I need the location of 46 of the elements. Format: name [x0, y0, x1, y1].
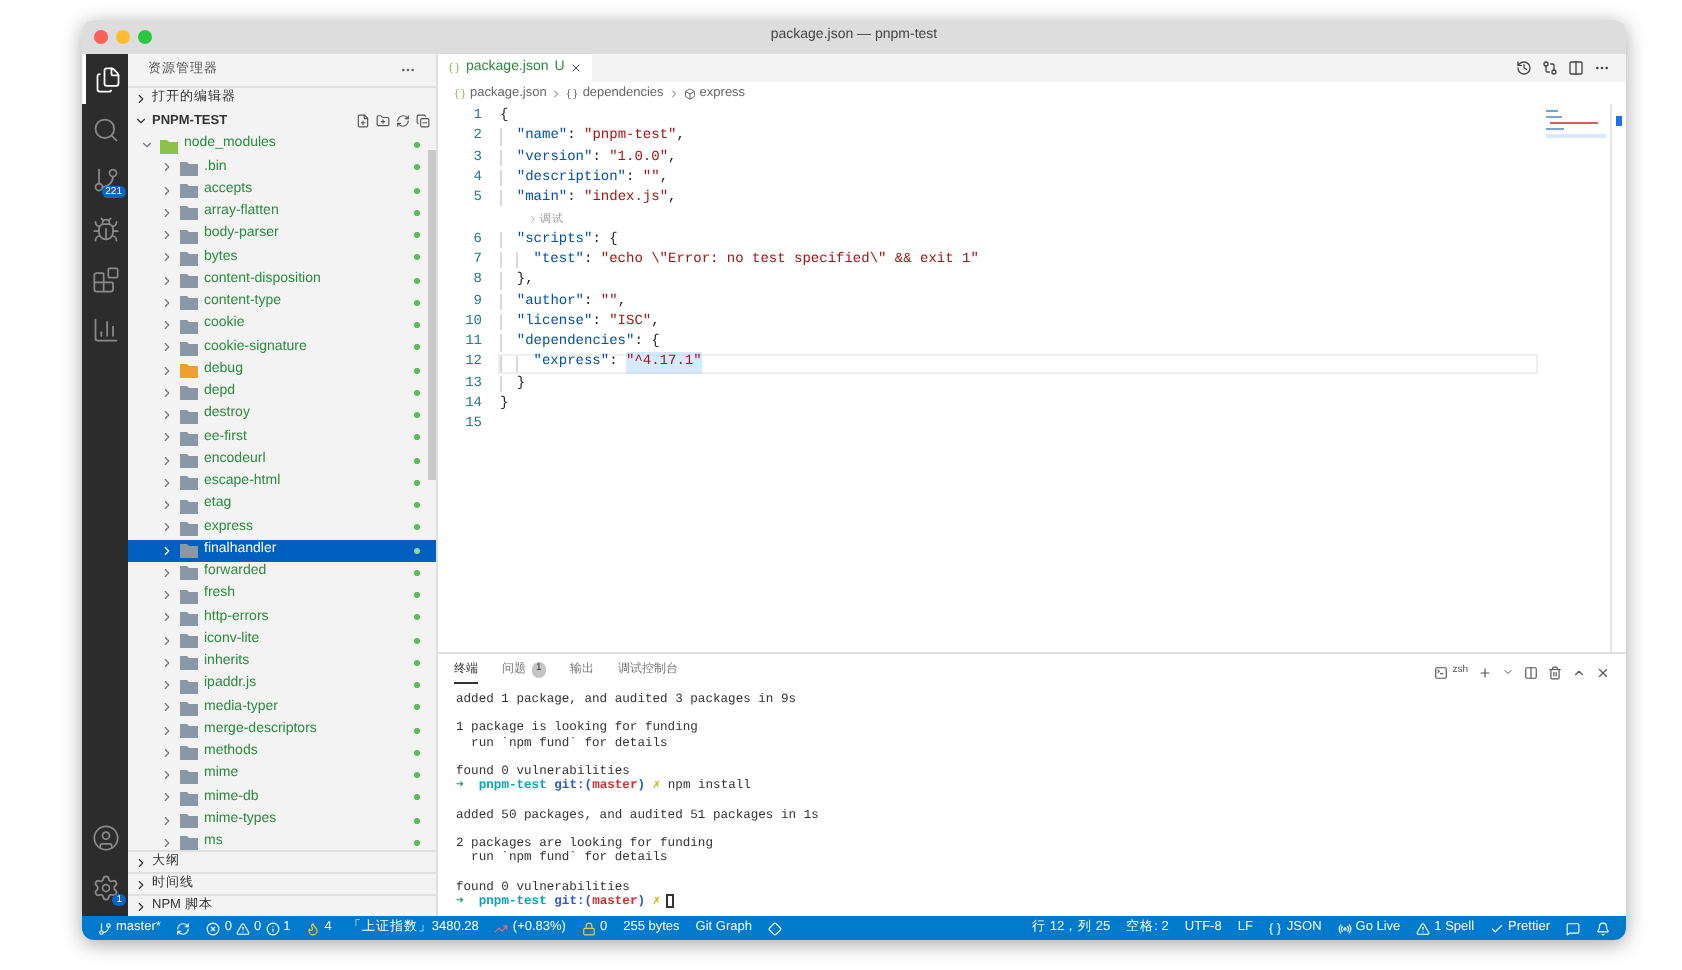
warning-icon: [1416, 921, 1431, 935]
sync-icon[interactable]: [176, 921, 191, 935]
bug-icon[interactable]: [91, 215, 119, 243]
json-file-icon: [448, 62, 460, 74]
chevron-right-icon: [528, 214, 538, 225]
compare-icon[interactable]: [1542, 60, 1558, 76]
check-icon: [1490, 921, 1505, 935]
split-icon[interactable]: [1524, 665, 1538, 679]
account-icon[interactable]: [91, 823, 119, 851]
warning-icon: [236, 921, 251, 935]
collapse-icon[interactable]: [416, 114, 430, 128]
new-file-icon[interactable]: [356, 114, 370, 128]
close-icon[interactable]: [570, 62, 583, 74]
terminal-icon: [1434, 665, 1449, 679]
blocks-icon[interactable]: [91, 265, 119, 293]
chevron-right-icon: [667, 87, 680, 99]
search-icon[interactable]: [91, 115, 119, 143]
folder-icon: [160, 137, 178, 154]
files-icon[interactable]: [93, 65, 121, 93]
json-file-icon: [454, 87, 466, 99]
braces-icon: [1268, 921, 1283, 935]
branch-icon[interactable]: [91, 165, 119, 193]
minimap: [1546, 108, 1606, 140]
diamond-icon[interactable]: [767, 921, 782, 935]
refresh-icon[interactable]: [396, 114, 410, 128]
error-icon: [206, 921, 221, 935]
split-editor-icon[interactable]: [1568, 60, 1584, 76]
bell-icon[interactable]: [1596, 921, 1610, 935]
close-icon[interactable]: [1596, 665, 1610, 679]
add-icon[interactable]: [1478, 665, 1492, 679]
new-folder-icon[interactable]: [376, 114, 390, 128]
flame-icon: [306, 921, 321, 935]
info-icon: [265, 921, 280, 935]
chevron-up-icon[interactable]: [1572, 665, 1586, 679]
trash-icon[interactable]: [1548, 665, 1562, 679]
branch-icon: [98, 921, 112, 935]
braces-icon: [566, 87, 579, 99]
trend-icon: [494, 921, 509, 935]
settings-icon[interactable]: [91, 873, 119, 901]
history-icon[interactable]: [1516, 60, 1532, 76]
broadcast-icon: [1337, 921, 1352, 935]
feedback-icon[interactable]: [1566, 921, 1580, 935]
lock-icon: [581, 921, 596, 935]
chart-icon[interactable]: [91, 315, 119, 343]
property-icon: [683, 87, 696, 99]
chevron-right-icon: [550, 87, 563, 99]
